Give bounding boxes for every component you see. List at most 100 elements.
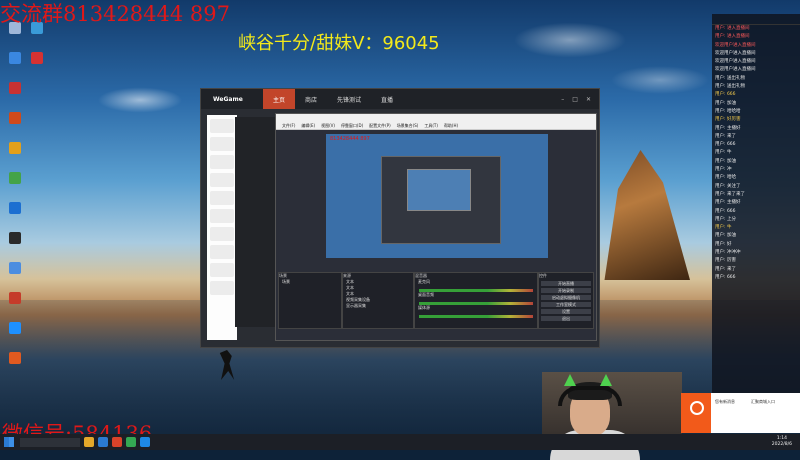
- wegame-sidebar: [207, 115, 237, 340]
- app-icon: [9, 172, 21, 184]
- control-button[interactable]: 开始录制: [541, 288, 591, 293]
- desktop-icon[interactable]: [2, 202, 28, 214]
- app-icon: [9, 52, 21, 64]
- obs-menu-item[interactable]: 工具(T): [424, 122, 438, 129]
- preview-overlay-text: 813428444 897: [330, 136, 370, 142]
- sidebar-item[interactable]: [210, 245, 234, 259]
- obs-menu-item[interactable]: 场景集合(S): [397, 122, 419, 129]
- desktop-icon[interactable]: [24, 52, 50, 64]
- chat-message: 用户: 冲: [715, 167, 732, 173]
- nested-preview: [381, 156, 501, 244]
- controls-header: 控件: [539, 273, 547, 278]
- desktop-icon[interactable]: [2, 142, 28, 154]
- desktop-icon[interactable]: [2, 112, 28, 124]
- obs-menu-item[interactable]: 帮助(H): [444, 122, 458, 129]
- obs-menu-item[interactable]: 视图(V): [321, 122, 335, 129]
- sidebar-item[interactable]: [210, 263, 234, 277]
- chat-message: 用户: 来了: [715, 133, 736, 139]
- desktop-icon[interactable]: [2, 172, 28, 184]
- taskbar-app-icon[interactable]: [112, 437, 122, 447]
- live-chat-panel[interactable]: 用户: 进入直播间 用户: 进入直播间 欢迎用户进入直播间 欢迎用户进入直播间 欢迎用户…: [712, 14, 800, 432]
- app-icon: [9, 262, 21, 274]
- app-icon: [9, 352, 21, 364]
- desktop-icon[interactable]: [2, 82, 28, 94]
- chat-message: 用户: 666: [715, 274, 736, 280]
- chat-message: 用户: 进入直播间: [715, 34, 750, 40]
- sidebar-item[interactable]: [210, 227, 234, 241]
- sidebar-item[interactable]: [210, 137, 234, 151]
- mixer-channel-label: 麦克风: [418, 279, 430, 284]
- taskbar-search[interactable]: [20, 437, 80, 447]
- desktop-icon[interactable]: [2, 322, 28, 334]
- chat-message: 用户: 进入直播间: [715, 26, 750, 31]
- chat-message: 用户: 666: [715, 208, 736, 214]
- obs-preview[interactable]: 813428444 897: [326, 134, 548, 258]
- wegame-logo: WeGame: [213, 95, 243, 103]
- chat-message: 欢迎用户进入直播间: [715, 59, 756, 65]
- chat-message: 用户: 哈哈哈: [715, 108, 741, 114]
- control-button[interactable]: 启动虚拟摄像机: [541, 295, 591, 300]
- sidebar-item[interactable]: [210, 155, 234, 169]
- desktop-icon[interactable]: [2, 292, 28, 304]
- source-item[interactable]: 显示器采集: [343, 303, 413, 309]
- chat-message: 用户: 加油: [715, 158, 736, 164]
- control-button[interactable]: 开始直播: [541, 281, 591, 286]
- chat-header: [712, 14, 800, 25]
- cat-ear-left: [564, 374, 576, 386]
- obs-menu-item[interactable]: 停靠窗口(D): [341, 122, 363, 129]
- tab-store[interactable]: 商店: [295, 89, 327, 109]
- headphones-icon: [558, 386, 622, 406]
- chat-message: 欢迎用户进入直播间: [715, 50, 756, 56]
- maximize-icon[interactable]: □: [572, 96, 578, 103]
- chat-message: 用户: 好厉害: [715, 117, 741, 123]
- sidebar-item[interactable]: [210, 209, 234, 223]
- overlay-group-text: 交流群813428444 897: [0, 2, 231, 26]
- overlay-center-text: 峡谷千分/甜妹V：96045: [238, 33, 440, 54]
- notification-logo-icon: [681, 393, 711, 433]
- cat-ear-right: [600, 374, 612, 386]
- audio-meter: [419, 315, 533, 318]
- taskbar-app-icon[interactable]: [126, 437, 136, 447]
- minimize-icon[interactable]: –: [561, 96, 564, 103]
- desktop-icon[interactable]: [2, 352, 28, 364]
- app-icon: [9, 82, 21, 94]
- chat-message: 用户: 好: [715, 241, 732, 247]
- taskbar-clock[interactable]: 1:14 2022/8/6: [772, 436, 792, 448]
- windows-start-icon[interactable]: [4, 437, 14, 447]
- obs-window[interactable]: 文件(F) 编辑(E) 视图(V) 停靠窗口(D) 配置文件(P) 场景集合(S) 工具(T…: [275, 113, 597, 341]
- chat-message: 用户: 牛: [715, 150, 732, 156]
- chat-message: 用户: 来了: [715, 266, 736, 272]
- tab-home[interactable]: 主页: [263, 89, 296, 109]
- chat-message: 用户: 加油: [715, 233, 736, 239]
- tab-live[interactable]: 直播: [371, 89, 403, 109]
- taskbar-app-icon[interactable]: [98, 437, 108, 447]
- control-button[interactable]: 设置: [541, 309, 591, 314]
- desktop-icon[interactable]: [2, 262, 28, 274]
- close-icon[interactable]: ✕: [586, 96, 591, 103]
- notification-popup[interactable]: 您有新消息 汇聚商城入口: [681, 393, 800, 433]
- taskbar-app-icon[interactable]: [140, 437, 150, 447]
- notification-body: 汇聚商城入口: [751, 399, 775, 404]
- tab-pioneer-test[interactable]: 先锋测试: [327, 89, 371, 109]
- sidebar-item[interactable]: [210, 119, 234, 133]
- sidebar-item[interactable]: [210, 191, 234, 205]
- chat-message: 用户: 厉害: [715, 258, 736, 264]
- obs-menu-item[interactable]: 编辑(E): [301, 122, 315, 129]
- app-icon: [9, 202, 21, 214]
- obs-menu-item[interactable]: 文件(F): [282, 122, 295, 129]
- desktop-icon[interactable]: [2, 232, 28, 244]
- chat-message: 用户: 主播好: [715, 125, 741, 131]
- clock-date: 2022/8/6: [771, 442, 792, 447]
- audio-meter: [419, 302, 533, 305]
- app-icon: [31, 52, 43, 64]
- obs-titlebar: [276, 114, 596, 122]
- control-button[interactable]: 退出: [541, 316, 591, 321]
- control-button[interactable]: 工作室模式: [541, 302, 591, 307]
- scene-item[interactable]: 场景: [279, 279, 341, 285]
- taskbar-app-icon[interactable]: [84, 437, 94, 447]
- taskbar: 1:14 2022/8/6: [0, 434, 800, 450]
- obs-menu-item[interactable]: 配置文件(P): [369, 122, 391, 129]
- sidebar-item[interactable]: [210, 281, 234, 295]
- chat-message: 用户: 送出礼物: [715, 75, 745, 81]
- sidebar-item[interactable]: [210, 173, 234, 187]
